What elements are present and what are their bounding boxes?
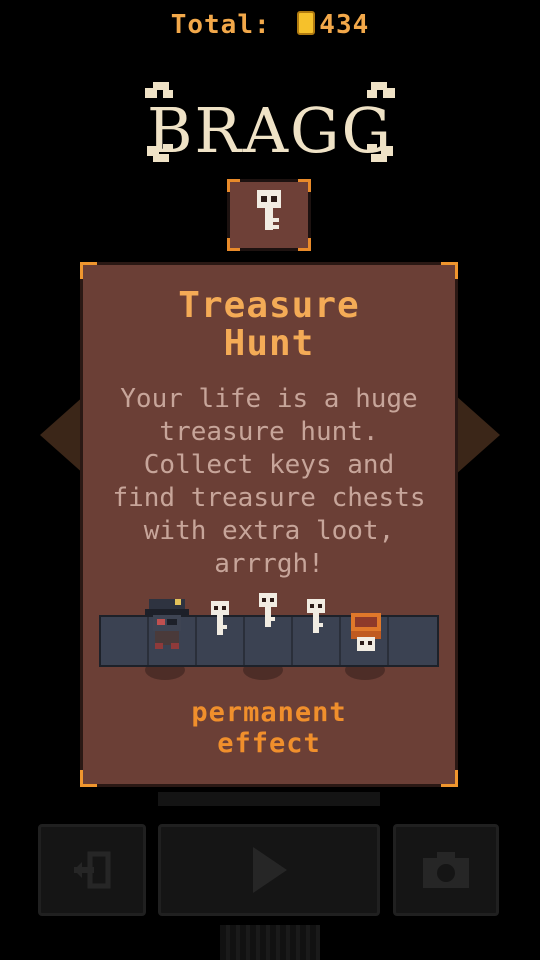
corner-ornament	[298, 179, 311, 192]
perk-title-line2: Hunt	[223, 323, 315, 364]
background-strip	[158, 792, 380, 806]
floor-tile	[101, 617, 149, 665]
exit-button[interactable]	[38, 824, 146, 916]
play-icon	[253, 847, 287, 893]
corner-ornament	[298, 238, 311, 251]
exit-door-icon	[74, 851, 111, 889]
bragg-logo: BRAGG	[135, 72, 405, 172]
effect-line1: permanent	[191, 697, 347, 728]
corner-ornament	[441, 262, 458, 279]
perk-title: Treasure Hunt	[83, 287, 455, 363]
treasure-chest-icon	[351, 613, 381, 651]
total-coins-display: Total: 434	[0, 10, 540, 40]
perk-card: Treasure Hunt Your life is a huge treasu…	[80, 262, 458, 787]
previous-arrow-icon[interactable]	[40, 395, 85, 475]
next-arrow-icon[interactable]	[455, 395, 500, 475]
perk-title-line1: Treasure	[178, 285, 360, 326]
logo-text: BRAGG	[146, 94, 394, 167]
effect-duration-label: permanent effect	[83, 697, 455, 759]
perk-badge[interactable]	[227, 179, 311, 251]
camera-button[interactable]	[393, 824, 499, 916]
effect-line2: effect	[217, 728, 321, 759]
perk-description: Your life is a huge treasure hunt. Colle…	[112, 384, 426, 579]
skull-key-icon	[211, 601, 229, 635]
skull-key-icon	[259, 593, 277, 627]
play-button[interactable]	[158, 824, 380, 916]
corner-ornament	[441, 770, 458, 787]
corner-ornament	[80, 770, 97, 787]
bottom-grate	[220, 925, 320, 960]
skull-key-icon	[307, 599, 325, 633]
gold-coin-icon	[297, 11, 316, 35]
corner-ornament	[227, 238, 240, 251]
corner-ornament	[227, 179, 240, 192]
skull-key-icon	[257, 190, 281, 230]
total-label: Total:	[170, 10, 271, 40]
pirate-character-icon	[145, 599, 189, 649]
corner-ornament	[80, 262, 97, 279]
floor-tile	[389, 617, 435, 665]
camera-icon	[423, 852, 469, 888]
total-value: 434	[319, 10, 370, 40]
